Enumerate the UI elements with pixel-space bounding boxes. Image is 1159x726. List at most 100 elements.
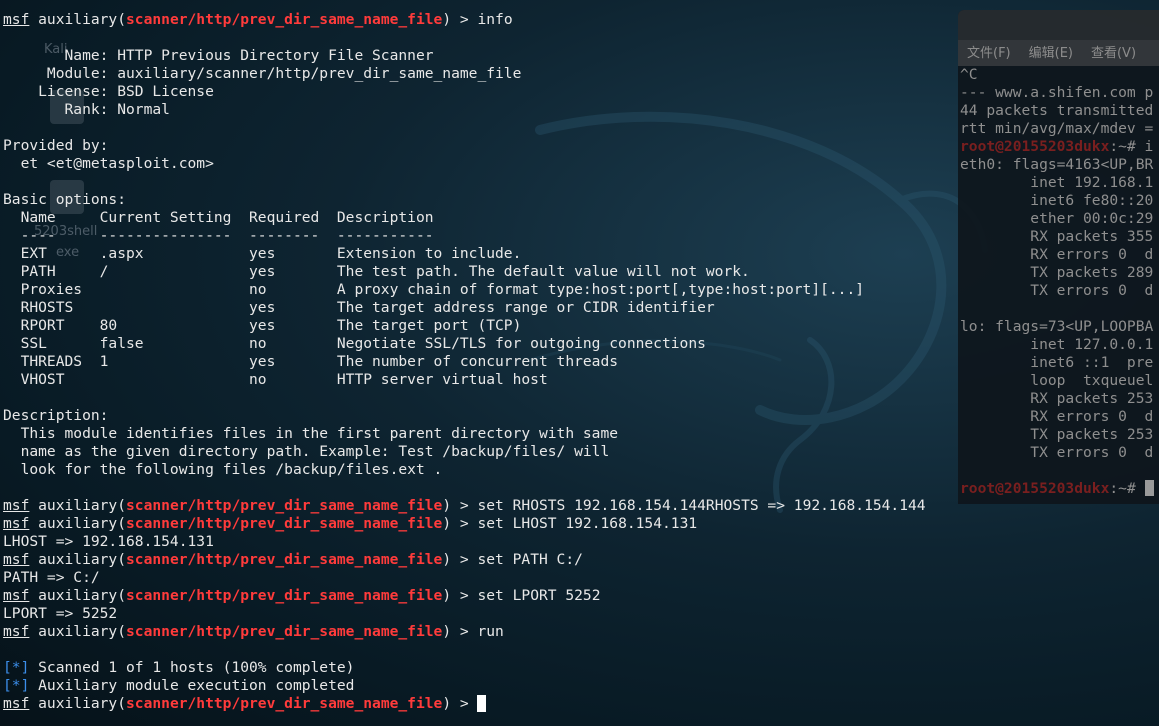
window-titlebar[interactable] (958, 10, 1159, 40)
output-line: LPORT => 5252 (3, 605, 118, 622)
bg-output-line (960, 300, 1159, 318)
msf-prompt: msf (3, 623, 30, 640)
output-line: LHOST => 192.168.154.131 (3, 533, 214, 550)
command-text: info (477, 11, 513, 28)
bg-command: :~# i (1109, 138, 1154, 155)
msf-prompt: msf (3, 11, 30, 28)
bg-output-line: rtt min/avg/max/mdev = (960, 120, 1154, 137)
bg-output-line (960, 462, 1159, 480)
prompt-suffix: ) > (442, 587, 478, 604)
output-line: PATH => C:/ (3, 569, 100, 586)
bg-shell-prompt: root@20155203dukx (960, 138, 1110, 155)
status-line: [*] Scanned 1 of 1 hosts (100% complete) (3, 659, 926, 677)
prompt-suffix: ) > (442, 695, 478, 712)
output-line: RHOSTS yes The target address range or C… (3, 299, 715, 316)
output-line: EXT .aspx yes Extension to include. (3, 245, 522, 262)
menu-edit[interactable]: 编辑(E) (1029, 46, 1073, 61)
status-text: Scanned 1 of 1 hosts (100% complete) (29, 659, 355, 676)
bg-output-line: TX errors 0 d (960, 282, 1154, 299)
menu-view[interactable]: 查看(V) (1091, 46, 1136, 61)
command-text: set LPORT 5252 (477, 587, 601, 604)
bg-output-line: TX packets 289 (960, 264, 1154, 281)
status-marker: [*] (3, 677, 30, 694)
prompt-line: msf auxiliary(scanner/http/prev_dir_same… (3, 551, 926, 569)
command-text: run (477, 623, 504, 640)
bg-output-line: RX errors 0 d (960, 408, 1154, 425)
bg-output-line: inet 192.168.1 (960, 174, 1154, 191)
bg-output-line: ether 00:0c:29 (960, 210, 1154, 227)
prompt-prefix: auxiliary( (29, 623, 127, 640)
output-line: SSL false no Negotiate SSL/TLS for outgo… (3, 335, 706, 352)
module-name: scanner/http/prev_dir_same_name_file (126, 497, 443, 514)
module-name: scanner/http/prev_dir_same_name_file (126, 551, 443, 568)
prompt-suffix: ) > (442, 11, 478, 28)
prompt-prefix: auxiliary( (29, 551, 127, 568)
bg-output-line: loop txqueuel (960, 372, 1154, 389)
bg-output-line: root@20155203dukx:~# i (960, 138, 1159, 156)
output-line: This module identifies files in the firs… (3, 425, 619, 442)
desktop: Kali 5203shell exe 文件(F) 编辑(E) 查看(V) ^C ---… (0, 0, 1159, 726)
output-line: Module: auxiliary/scanner/http/prev_dir_… (3, 65, 522, 82)
bg-output-line: TX packets 253 (960, 426, 1154, 443)
command-text: set LHOST 192.168.154.131 (477, 515, 698, 532)
bg-output-line: lo: flags=73<UP,LOOPBA (960, 318, 1154, 335)
module-name: scanner/http/prev_dir_same_name_file (126, 11, 443, 28)
prompt-line: msf auxiliary(scanner/http/prev_dir_same… (3, 515, 926, 533)
status-marker: [*] (3, 659, 30, 676)
status-text: Auxiliary module execution completed (29, 677, 355, 694)
background-terminal-output[interactable]: ^C --- www.a.shifen.com p 44 packets trans… (958, 66, 1159, 498)
bg-output-line: RX errors 0 d (960, 246, 1154, 263)
bg-output-line: eth0: flags=4163<UP,BR (960, 156, 1154, 173)
prompt-line: msf auxiliary(scanner/http/prev_dir_same… (3, 623, 926, 641)
bg-command: :~# (1109, 480, 1145, 497)
bg-shell-prompt: root@20155203dukx (960, 480, 1110, 497)
bg-output-line: inet6 fe80::20 (960, 192, 1154, 209)
output-line: name as the given directory path. Exampl… (3, 443, 610, 460)
prompt-prefix: auxiliary( (29, 587, 127, 604)
output-line: Description: (3, 407, 109, 424)
output-line: et <et@metasploit.com> (3, 155, 214, 172)
output-line: VHOST no HTTP server virtual host (3, 371, 548, 388)
prompt-prefix: auxiliary( (29, 497, 127, 514)
module-name: scanner/http/prev_dir_same_name_file (126, 515, 443, 532)
prompt-suffix: ) > (442, 623, 478, 640)
prompt-suffix: ) > (442, 551, 478, 568)
msf-prompt: msf (3, 551, 30, 568)
msf-console-output[interactable]: msf auxiliary(scanner/http/prev_dir_same… (3, 11, 926, 713)
status-line: [*] Auxiliary module execution completed (3, 677, 926, 695)
prompt-line: msf auxiliary(scanner/http/prev_dir_same… (3, 587, 926, 605)
output-line: RPORT 80 yes The target port (TCP) (3, 317, 522, 334)
msf-prompt: msf (3, 515, 30, 532)
bg-output-line: ^C (960, 66, 978, 83)
bg-output-line: RX packets 253 (960, 390, 1154, 407)
output-line: ---- --------------- -------- ----------… (3, 227, 434, 244)
prompt-line: msf auxiliary(scanner/http/prev_dir_same… (3, 11, 926, 29)
background-terminal-window[interactable]: 文件(F) 编辑(E) 查看(V) ^C --- www.a.shifen.com p… (958, 10, 1159, 504)
module-name: scanner/http/prev_dir_same_name_file (126, 623, 443, 640)
prompt-prefix: auxiliary( (29, 695, 127, 712)
output-line: Name Current Setting Required Descriptio… (3, 209, 434, 226)
menu-file[interactable]: 文件(F) (967, 46, 1011, 61)
command-text: set PATH C:/ (477, 551, 583, 568)
output-line: License: BSD License (3, 83, 214, 100)
output-line: Name: HTTP Previous Directory File Scann… (3, 47, 434, 64)
prompt-line: msf auxiliary(scanner/http/prev_dir_same… (3, 695, 926, 713)
prompt-line: msf auxiliary(scanner/http/prev_dir_same… (3, 497, 926, 515)
output-line: Provided by: (3, 137, 109, 154)
prompt-suffix: ) > (442, 497, 478, 514)
output-line: look for the following files /backup/fil… (3, 461, 443, 478)
output-line: Rank: Normal (3, 101, 170, 118)
bg-output-line: TX errors 0 d (960, 444, 1154, 461)
text-cursor[interactable] (477, 695, 487, 712)
module-name: scanner/http/prev_dir_same_name_file (126, 587, 443, 604)
menu-bar: 文件(F) 编辑(E) 查看(V) (958, 40, 1159, 66)
bg-output-line: inet 127.0.0.1 (960, 336, 1154, 353)
prompt-prefix: auxiliary( (29, 11, 127, 28)
bg-output-line: RX packets 355 (960, 228, 1154, 245)
bg-output-line: inet6 ::1 pre (960, 354, 1154, 371)
output-line: Proxies no A proxy chain of format type:… (3, 281, 865, 298)
